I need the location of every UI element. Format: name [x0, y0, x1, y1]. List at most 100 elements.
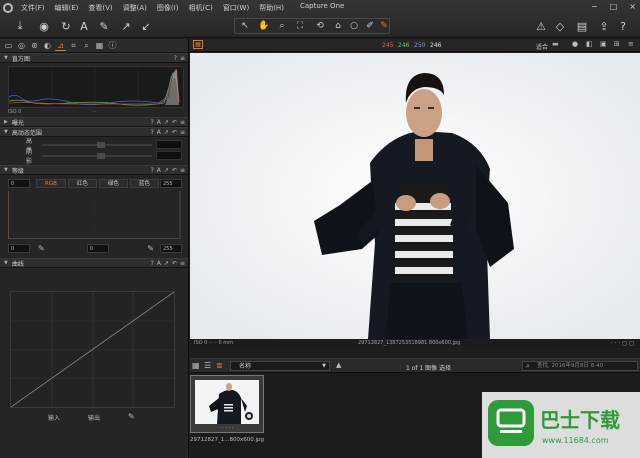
- help-icon[interactable]: ?: [151, 259, 154, 269]
- highlight-thumb[interactable]: [97, 142, 105, 148]
- capture-icon[interactable]: ◉: [36, 18, 52, 34]
- channel-rgb[interactable]: RGB: [36, 178, 66, 188]
- straighten-icon[interactable]: ⟲: [312, 18, 328, 34]
- library-tab-icon[interactable]: ▭: [3, 40, 14, 51]
- minimize-button[interactable]: −: [591, 2, 598, 11]
- exposure-tab-icon[interactable]: ◐: [42, 40, 53, 51]
- close-button[interactable]: ×: [629, 2, 636, 11]
- input-high-field[interactable]: 255: [160, 178, 182, 188]
- capture-tab-icon[interactable]: ◎: [16, 40, 27, 51]
- portrait-photo: [190, 53, 640, 339]
- more-dots-icon[interactable]: ···: [92, 108, 97, 117]
- menu-camera[interactable]: 相机(C): [183, 0, 217, 16]
- shadow-thumb[interactable]: [97, 153, 105, 159]
- proof-icon[interactable]: ◇: [552, 18, 568, 34]
- crop-icon[interactable]: ⛶: [292, 18, 308, 34]
- viewer-menu-icon[interactable]: ≡: [628, 40, 634, 48]
- channel-red[interactable]: 红色: [67, 178, 97, 188]
- pan-hand-icon[interactable]: ✋: [256, 18, 272, 34]
- menu-icon[interactable]: ≡: [180, 259, 185, 269]
- search-input[interactable]: ⌕ 查找, 2016年9月8日 8:40: [522, 361, 638, 371]
- picker-icon[interactable]: ✎: [96, 18, 112, 34]
- output-high-field[interactable]: 255: [160, 243, 182, 253]
- copy-icon[interactable]: ↗: [164, 259, 169, 269]
- input-low-field[interactable]: 0: [8, 178, 30, 188]
- reset-icon[interactable]: ↶: [172, 166, 177, 176]
- exposure-header[interactable]: ▶ 曝光 ? A ↗ ↶ ≡: [0, 117, 188, 127]
- rating-dots[interactable]: · · · · ·: [219, 425, 233, 431]
- menu-help[interactable]: 帮助(H): [254, 0, 289, 16]
- copy-icon[interactable]: ↗: [164, 128, 169, 138]
- auto-icon[interactable]: A: [157, 128, 161, 138]
- reset-icon[interactable]: ↶: [172, 259, 177, 269]
- levels-graph[interactable]: [5, 191, 181, 243]
- thumbnail[interactable]: · · · · ·: [190, 375, 264, 433]
- output-low-field[interactable]: 0: [8, 243, 30, 253]
- menu-icon[interactable]: ≡: [180, 128, 185, 138]
- sort-direction-icon[interactable]: ▲: [336, 361, 341, 369]
- warning-icon[interactable]: ⚠: [533, 18, 549, 34]
- export-arrow-icon[interactable]: ↗: [118, 18, 134, 34]
- help-icon[interactable]: ?: [151, 128, 154, 138]
- keystone-icon[interactable]: ⌂: [330, 18, 346, 34]
- histogram-header[interactable]: ▼ 直方图 ? ≡: [0, 53, 188, 63]
- auto-icon[interactable]: A: [157, 166, 161, 176]
- color-picker-icon[interactable]: ✎: [376, 18, 392, 34]
- list-mode-icon[interactable]: ☰: [204, 361, 211, 370]
- fit-label[interactable]: 适合: [536, 42, 548, 51]
- info-tab-icon[interactable]: ⓘ: [107, 40, 118, 51]
- menu-file[interactable]: 文件(F): [16, 0, 50, 16]
- before-after-icon[interactable]: ◧: [586, 40, 593, 48]
- levels-header[interactable]: ▼ 等级 ? A ↗ ↶ ≡: [0, 165, 188, 175]
- share-icon[interactable]: ⇪: [596, 18, 612, 34]
- menu-edit[interactable]: 编辑(E): [50, 0, 84, 16]
- shadow-value[interactable]: [156, 151, 182, 160]
- curve-graph[interactable]: [10, 291, 175, 408]
- text-icon[interactable]: A: [76, 18, 92, 34]
- capture-one-window: 文件(F) 编辑(E) 查看(V) 调整(A) 图像(I) 相机(C) 窗口(W…: [0, 0, 640, 458]
- highlight-value[interactable]: [156, 140, 182, 149]
- image-viewer[interactable]: [190, 53, 640, 339]
- filmstrip-mode-icon[interactable]: ≣: [216, 361, 223, 370]
- zoom-icon[interactable]: ⌕: [274, 18, 290, 34]
- help-icon[interactable]: ?: [151, 166, 154, 176]
- info-bar-dots-icon[interactable]: · · · ◻ ◻: [611, 339, 634, 348]
- spot-removal-icon[interactable]: ○: [346, 18, 362, 34]
- rotate-icon[interactable]: ↻: [58, 18, 74, 34]
- channel-green[interactable]: 绿色: [98, 178, 128, 188]
- grid-mode-icon[interactable]: ▦: [192, 361, 200, 370]
- help-icon[interactable]: ?: [615, 18, 631, 34]
- lens-tab-icon[interactable]: ⊿: [55, 40, 66, 51]
- import-icon[interactable]: ⤓: [12, 18, 28, 34]
- channel-blue[interactable]: 蓝色: [129, 178, 159, 188]
- composition-tab-icon[interactable]: ⌗: [68, 40, 79, 51]
- sort-dropdown[interactable]: 名称 ▼: [230, 361, 330, 371]
- print-icon[interactable]: ▤: [574, 18, 590, 34]
- menu-icon[interactable]: ≡: [180, 54, 185, 64]
- zoom-slider-icon[interactable]: ▬: [552, 40, 559, 48]
- output-mid-field[interactable]: 0: [86, 243, 109, 253]
- curve-header[interactable]: ▼ 曲线 ? A ↗ ↶ ≡: [0, 258, 188, 268]
- white-picker-icon[interactable]: ✎: [147, 244, 154, 253]
- menu-icon[interactable]: ≡: [180, 166, 185, 176]
- grid-overlay-icon[interactable]: ⊞: [614, 40, 620, 48]
- color-tab-icon[interactable]: ⊛: [29, 40, 40, 51]
- grid-view-icon[interactable]: ▦: [193, 40, 203, 49]
- reset-arrow-icon[interactable]: ↙: [138, 18, 154, 34]
- menu-window[interactable]: 窗口(W): [218, 0, 254, 16]
- auto-icon[interactable]: A: [157, 259, 161, 269]
- menu-view[interactable]: 查看(V): [83, 0, 117, 16]
- user-icon[interactable]: ●: [572, 40, 578, 48]
- help-icon[interactable]: ?: [174, 54, 177, 64]
- exposure-warning-icon[interactable]: ▣: [600, 40, 607, 48]
- maximize-button[interactable]: □: [610, 2, 618, 11]
- curve-picker-icon[interactable]: ✎: [128, 412, 135, 421]
- metadata-tab-icon[interactable]: ▦: [94, 40, 105, 51]
- copy-icon[interactable]: ↗: [164, 166, 169, 176]
- select-cursor-icon[interactable]: ↖: [237, 18, 253, 34]
- reset-icon[interactable]: ↶: [172, 128, 177, 138]
- details-tab-icon[interactable]: ⌕: [81, 40, 92, 51]
- menu-image[interactable]: 图像(I): [152, 0, 184, 16]
- black-picker-icon[interactable]: ✎: [38, 244, 45, 253]
- menu-adjust[interactable]: 调整(A): [118, 0, 152, 16]
